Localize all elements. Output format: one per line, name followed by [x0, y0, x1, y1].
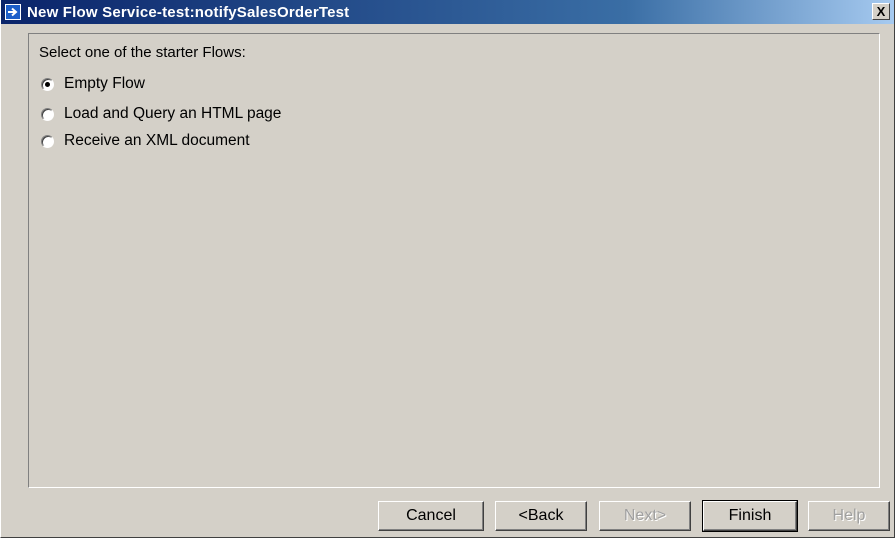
- title-bar[interactable]: New Flow Service-test:notifySalesOrderTe…: [1, 0, 894, 24]
- back-button[interactable]: <Back: [495, 501, 587, 531]
- starter-flow-panel: Select one of the starter Flows: Empty F…: [28, 33, 880, 488]
- dialog-window: New Flow Service-test:notifySalesOrderTe…: [0, 0, 895, 538]
- option-label: Receive an XML document: [64, 132, 250, 149]
- option-receive-xml[interactable]: Receive an XML document: [41, 132, 250, 150]
- close-button[interactable]: X: [872, 3, 890, 20]
- next-button[interactable]: Next>: [599, 501, 691, 531]
- radio-selected-dot: [45, 81, 50, 87]
- radio-receive-xml[interactable]: [41, 134, 54, 148]
- option-empty-flow[interactable]: Empty Flow: [41, 75, 145, 93]
- option-load-query-html[interactable]: Load and Query an HTML page: [41, 105, 281, 123]
- cancel-button[interactable]: Cancel: [378, 501, 484, 531]
- option-label: Empty Flow: [64, 75, 145, 92]
- option-label: Load and Query an HTML page: [64, 105, 282, 122]
- finish-button[interactable]: Finish: [702, 500, 798, 532]
- arrow-right-icon: [5, 4, 21, 20]
- window-title: New Flow Service-test:notifySalesOrderTe…: [27, 3, 350, 21]
- select-prompt: Select one of the starter Flows:: [39, 44, 246, 61]
- close-icon: X: [876, 4, 886, 19]
- help-button[interactable]: Help: [808, 501, 890, 531]
- radio-empty-flow[interactable]: [41, 77, 54, 91]
- radio-load-query-html[interactable]: [41, 107, 54, 121]
